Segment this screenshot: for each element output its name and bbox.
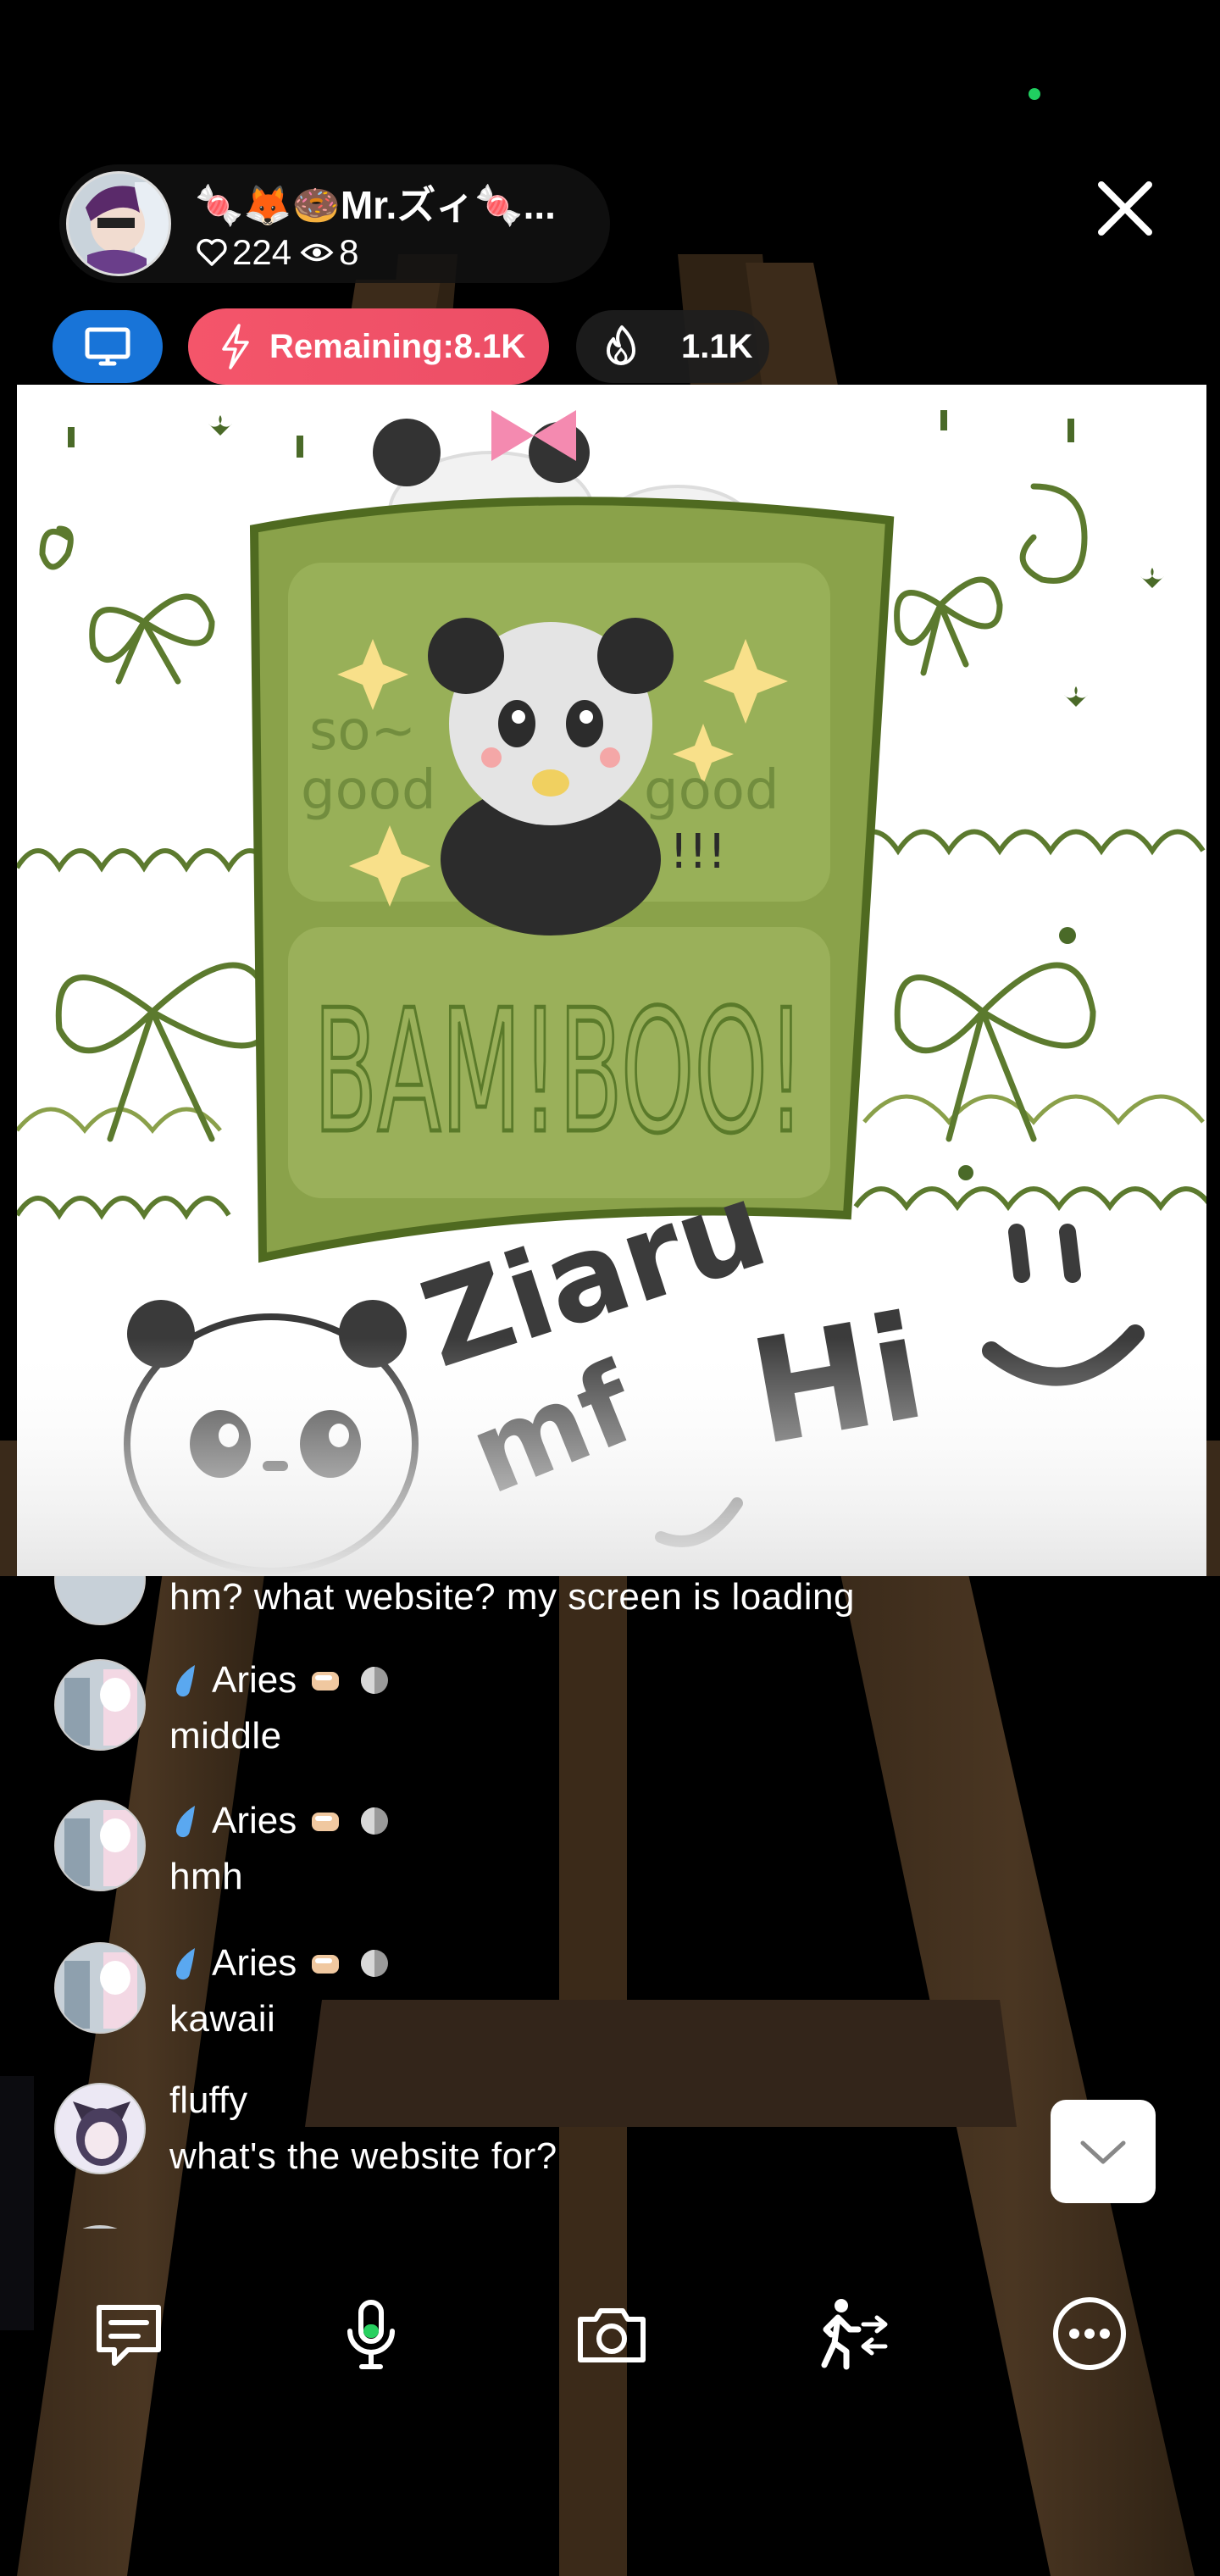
drop-icon xyxy=(175,1806,195,1838)
remaining-text: Remaining:8.1K xyxy=(269,327,526,365)
chat-message-text: hm? what website? my screen is loading xyxy=(169,1576,855,1618)
fist-emoji-icon xyxy=(312,1672,340,1690)
chat-avatar[interactable] xyxy=(54,2083,146,2174)
chat-message-text: middle xyxy=(169,1715,282,1757)
chat-avatar[interactable] xyxy=(54,2225,146,2229)
chat-avatar[interactable] xyxy=(54,1942,146,2034)
heart-icon xyxy=(197,238,227,266)
chat-avatar[interactable] xyxy=(54,1659,146,1751)
likes-count: 224 xyxy=(232,232,292,272)
leave-seat-button[interactable] xyxy=(808,2291,893,2376)
chat-avatar[interactable] xyxy=(54,1800,146,1891)
drawing-canvas[interactable]: so~ good good !!! BAM!BOO! Ziaru mf Hi xyxy=(17,385,1206,1576)
exit-walk-icon xyxy=(821,2299,888,2370)
chat-message-text: what's the website for? xyxy=(169,2135,557,2177)
chat-message-text: hmh xyxy=(169,1856,244,1897)
chat-icon xyxy=(97,2305,161,2366)
chat-username[interactable]: fluffy xyxy=(169,2079,247,2122)
screen-share-button[interactable] xyxy=(53,310,163,383)
moon-icon xyxy=(361,1667,389,1694)
monitor-icon xyxy=(85,327,130,366)
microphone-button[interactable] xyxy=(329,2291,413,2376)
chat-username[interactable]: Aries xyxy=(169,1800,391,1842)
close-icon[interactable] xyxy=(1083,166,1167,251)
flame-icon xyxy=(607,325,635,365)
microphone-icon xyxy=(347,2300,395,2369)
remaining-badge[interactable]: Remaining:8.1K xyxy=(188,308,549,385)
camera-button[interactable] xyxy=(569,2291,654,2376)
camera-icon xyxy=(578,2308,646,2362)
more-icon xyxy=(1053,2297,1126,2370)
chat-button[interactable] xyxy=(86,2291,171,2376)
fist-emoji-icon xyxy=(312,1813,340,1831)
drop-icon xyxy=(175,1665,195,1697)
canvas-artwork: so~ good good !!! BAM!BOO! Ziaru mf Hi xyxy=(17,385,1206,1576)
chat-avatar[interactable] xyxy=(54,1576,146,1625)
drop-icon xyxy=(175,1948,195,1980)
chat-message-text: kawaii xyxy=(169,1998,276,2040)
heat-value: 1.1K xyxy=(681,327,753,365)
lightning-icon xyxy=(222,324,249,369)
heat-badge[interactable]: 1.1K xyxy=(576,310,769,383)
host-name[interactable]: 🍬🦊🍩Mr.ズィ🍬... xyxy=(195,175,556,230)
moon-icon xyxy=(361,1950,389,1977)
host-stats: 224 8 xyxy=(197,232,358,273)
chevron-down-icon xyxy=(1080,2140,1126,2164)
fist-emoji-icon xyxy=(312,1955,340,1974)
chat-username[interactable]: Aries xyxy=(169,1942,391,1985)
status-dot xyxy=(1029,88,1040,100)
chat-username[interactable]: Aries xyxy=(169,1659,391,1702)
moon-icon xyxy=(361,1807,389,1835)
eye-icon xyxy=(300,243,334,262)
chat-list[interactable]: hm? what website? my screen is loading A… xyxy=(0,1576,1220,2229)
scroll-down-button[interactable] xyxy=(1051,2100,1156,2203)
host-avatar[interactable] xyxy=(66,171,171,276)
more-button[interactable] xyxy=(1047,2291,1132,2376)
viewers-count: 8 xyxy=(339,232,359,272)
